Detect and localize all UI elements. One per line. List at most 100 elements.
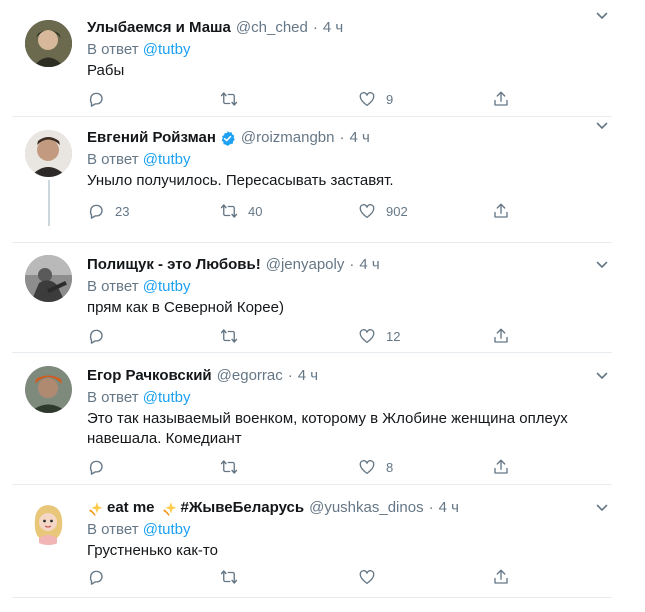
author-name[interactable]: Евгений Ройзман	[87, 128, 216, 148]
share-button[interactable]	[492, 201, 510, 221]
reply-icon	[87, 202, 105, 220]
avatar[interactable]	[25, 366, 72, 413]
retweet-count: 40	[248, 203, 263, 219]
caret-down-icon[interactable]	[596, 10, 608, 22]
reply-button[interactable]	[87, 457, 115, 477]
tweet-text: прям как в Северной Корее)	[87, 299, 284, 316]
author-name[interactable]: Улыбаемся и Маша	[87, 18, 231, 38]
reply-context: В ответ @tutby	[87, 388, 598, 408]
author-name[interactable]: Егор Рачковский	[87, 366, 212, 386]
separator: ·	[428, 499, 434, 516]
like-icon	[358, 90, 376, 108]
author-name[interactable]: Полищук - это Любовь!	[87, 255, 261, 275]
reply-button[interactable]	[87, 567, 115, 587]
reply-button[interactable]: 23	[87, 201, 129, 221]
author-handle[interactable]: @roizmangbn	[241, 128, 335, 148]
author-handle[interactable]: @ch_ched	[236, 18, 308, 38]
author-handle[interactable]: @yushkas_dinos	[309, 498, 423, 518]
reply-prefix: В ответ	[87, 41, 139, 58]
reply-icon	[87, 90, 105, 108]
reply-to-link[interactable]: @tutby	[143, 521, 191, 538]
like-icon	[358, 568, 376, 586]
retweet-icon	[220, 90, 238, 108]
reply-prefix: В ответ	[87, 151, 139, 168]
reply-count: 23	[115, 203, 130, 219]
reply-to-link[interactable]: @tutby	[143, 389, 191, 406]
sparkle-icon	[161, 500, 178, 517]
timestamp[interactable]: 4 ч	[298, 366, 318, 386]
share-button[interactable]	[492, 567, 510, 587]
reply-prefix: В ответ	[87, 389, 139, 406]
author-handle[interactable]: @egorrac	[217, 366, 283, 386]
avatar[interactable]	[25, 20, 72, 67]
timestamp[interactable]: 4 ч	[359, 255, 379, 275]
like-button[interactable]	[358, 567, 386, 587]
like-icon	[358, 458, 376, 476]
reply-context: В ответ @tutby	[87, 520, 598, 540]
timestamp[interactable]: 4 ч	[350, 128, 370, 148]
reply-icon	[87, 568, 105, 586]
timestamp[interactable]: 4 ч	[323, 18, 343, 38]
like-icon	[358, 327, 376, 345]
reply-to-link[interactable]: @tutby	[143, 278, 191, 295]
share-icon	[492, 202, 510, 220]
retweet-button[interactable]	[220, 457, 248, 477]
caret-down-icon[interactable]	[596, 120, 608, 132]
tweet-text: Грустненько как-то	[87, 542, 218, 559]
retweet-icon	[220, 202, 238, 220]
retweet-button[interactable]: 40	[220, 201, 262, 221]
avatar[interactable]	[25, 498, 72, 545]
share-button[interactable]	[492, 326, 510, 346]
like-count: 902	[386, 203, 408, 219]
retweet-icon	[220, 327, 238, 345]
tweet-text: Рабы	[87, 62, 125, 79]
tweet[interactable]: eat me #ЖывеБеларусь @yushkas_dinos · 4 …	[12, 486, 612, 598]
share-button[interactable]	[492, 89, 510, 109]
tweet[interactable]: Полищук - это Любовь! @jenyapoly · 4 ч В…	[12, 243, 612, 353]
sparkle-icon	[87, 500, 104, 517]
reply-context: В ответ @tutby	[87, 150, 598, 170]
reply-icon	[87, 327, 105, 345]
reply-context: В ответ @tutby	[87, 277, 598, 297]
like-count: 12	[386, 328, 401, 344]
like-icon	[358, 202, 376, 220]
tweet[interactable]: Улыбаемся и Маша @ch_ched · 4 ч В ответ …	[12, 8, 612, 117]
retweet-icon	[220, 458, 238, 476]
verified-badge-icon	[219, 130, 236, 147]
caret-down-icon[interactable]	[596, 259, 608, 271]
retweet-button[interactable]	[220, 89, 248, 109]
reply-prefix: В ответ	[87, 521, 139, 538]
like-button[interactable]: 8	[358, 457, 393, 477]
tweet-text: Это так называемый военком, которому в Ж…	[87, 410, 568, 447]
share-icon	[492, 458, 510, 476]
like-button[interactable]: 902	[358, 201, 408, 221]
retweet-button[interactable]	[220, 567, 248, 587]
reply-to-link[interactable]: @tutby	[143, 151, 191, 168]
reply-context: В ответ @tutby	[87, 40, 598, 60]
avatar[interactable]	[25, 255, 72, 302]
retweet-icon	[220, 568, 238, 586]
author-name-part1[interactable]: eat me	[107, 498, 155, 518]
like-button[interactable]: 12	[358, 326, 400, 346]
author-handle[interactable]: @jenyapoly	[266, 255, 345, 275]
reply-icon	[87, 458, 105, 476]
tweet[interactable]: Егор Рачковский @egorrac · 4 ч В ответ @…	[12, 354, 612, 485]
reply-prefix: В ответ	[87, 278, 139, 295]
separator: ·	[287, 367, 293, 384]
avatar[interactable]	[25, 130, 72, 177]
author-name-part2[interactable]: #ЖывеБеларусь	[181, 498, 305, 518]
reply-button[interactable]	[87, 326, 115, 346]
tweet-text: Уныло получилось. Пересасывать заставят.	[87, 172, 394, 189]
caret-down-icon[interactable]	[596, 370, 608, 382]
retweet-button[interactable]	[220, 326, 248, 346]
separator: ·	[349, 256, 355, 273]
share-button[interactable]	[492, 457, 510, 477]
share-icon	[492, 568, 510, 586]
caret-down-icon[interactable]	[596, 502, 608, 514]
tweet[interactable]: Евгений Ройзман @roizmangbn · 4 ч В отве…	[12, 118, 612, 230]
timestamp[interactable]: 4 ч	[439, 498, 459, 518]
separator: ·	[312, 19, 318, 36]
like-button[interactable]: 9	[358, 89, 393, 109]
reply-to-link[interactable]: @tutby	[143, 41, 191, 58]
reply-button[interactable]	[87, 89, 115, 109]
